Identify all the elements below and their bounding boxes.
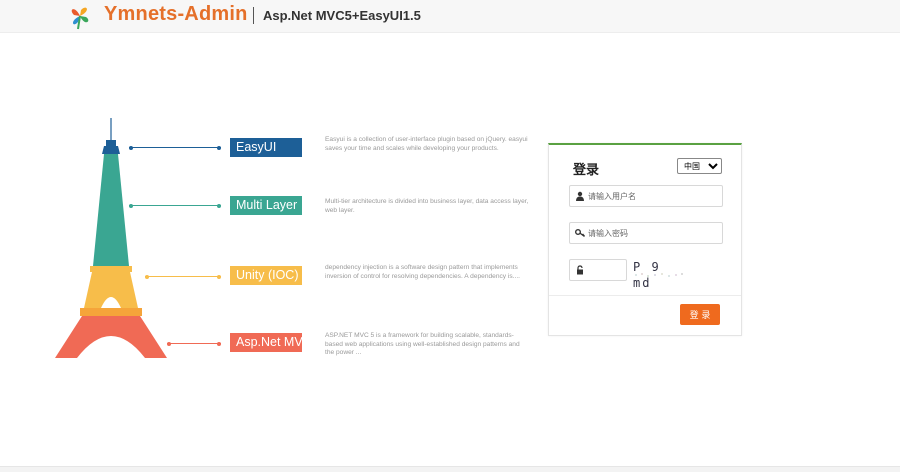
captcha-image[interactable]: P 9 md xyxy=(633,259,685,290)
feature-desc-easyui: Easyui is a collection of user-interface… xyxy=(325,136,528,152)
login-button[interactable]: 登 录 xyxy=(680,304,720,325)
feature-label-unity-ioc: Unity (IOC) xyxy=(230,266,302,285)
username-field[interactable] xyxy=(569,185,723,207)
login-panel: 登录 中国 P 9 md 登 录 xyxy=(548,143,742,336)
connector-multi-layer xyxy=(129,203,221,208)
language-select[interactable]: 中国 xyxy=(677,158,722,174)
footer-bar xyxy=(0,466,900,472)
user-icon xyxy=(576,191,584,201)
captcha-field[interactable] xyxy=(569,259,627,281)
captcha-noise-decoration xyxy=(635,273,683,277)
password-field[interactable] xyxy=(569,222,723,244)
feature-desc-aspnet-mvc: ASP.NET MVC 5 is a framework for buildin… xyxy=(325,332,520,357)
login-title: 登录 xyxy=(573,162,600,177)
panel-divider xyxy=(549,295,741,296)
clover-logo-icon xyxy=(71,7,89,30)
feature-label-aspnet-mvc: Asp.Net MVC xyxy=(230,333,302,352)
header-subtitle: Asp.Net MVC5+EasyUI1.5 xyxy=(263,8,421,23)
password-input[interactable] xyxy=(588,226,718,240)
eiffel-tower-illustration xyxy=(55,118,167,358)
connector-aspnet-mvc xyxy=(167,341,221,346)
connector-easyui xyxy=(129,145,221,150)
brand-title: Ymnets-Admin xyxy=(104,3,248,25)
feature-desc-unity-ioc: dependency injection is a software desig… xyxy=(325,264,521,280)
key-icon xyxy=(575,229,585,238)
feature-label-multi-layer: Multi Layer xyxy=(230,196,302,215)
username-input[interactable] xyxy=(588,189,718,203)
captcha-input[interactable] xyxy=(588,263,622,277)
header-divider xyxy=(253,7,254,24)
connector-unity-ioc xyxy=(145,274,221,279)
lock-icon xyxy=(577,265,583,275)
feature-desc-multi-layer: Multi-tier architecture is divided into … xyxy=(325,198,529,214)
feature-label-easyui: EasyUI xyxy=(230,138,302,157)
top-header: Ymnets-Admin Asp.Net MVC5+EasyUI1.5 xyxy=(0,0,900,33)
